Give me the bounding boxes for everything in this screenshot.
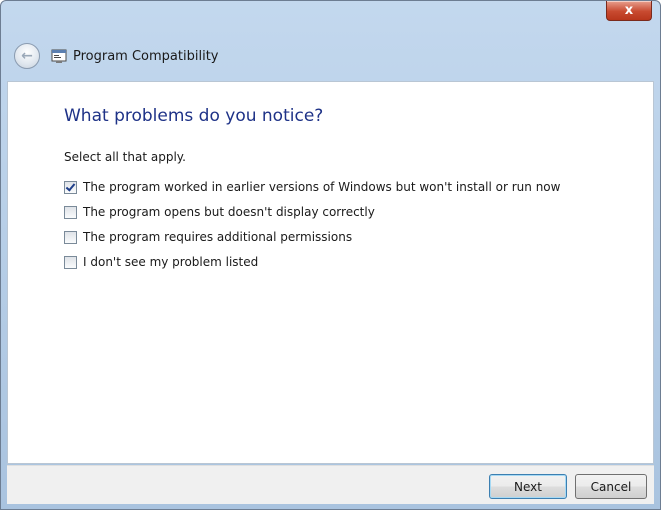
close-button[interactable]: x <box>606 1 652 21</box>
cancel-label: Cancel <box>590 479 632 494</box>
window-title: Program Compatibility <box>73 48 219 64</box>
checkbox[interactable] <box>64 255 77 269</box>
back-button[interactable]: ← <box>14 43 40 69</box>
option-label: I don't see my problem listed <box>83 255 259 269</box>
option-label: The program requires additional permissi… <box>83 230 353 244</box>
program-compatibility-window: x ← Program Compatibility What problems … <box>0 0 661 510</box>
checkbox[interactable] <box>64 230 77 244</box>
close-icon: x <box>624 3 634 18</box>
program-compatibility-icon <box>51 49 67 63</box>
checkbox[interactable] <box>64 205 77 219</box>
page-heading: What problems do you notice? <box>64 106 324 126</box>
cancel-button[interactable]: Cancel <box>575 474 647 499</box>
instruction-text: Select all that apply. <box>64 150 186 164</box>
option-label: The program opens but doesn't display co… <box>83 205 375 219</box>
option-display-incorrectly[interactable]: The program opens but doesn't display co… <box>64 202 560 222</box>
footer-bar: Next Cancel <box>7 465 654 504</box>
next-button[interactable]: Next <box>489 474 567 499</box>
option-earlier-versions[interactable]: The program worked in earlier versions o… <box>64 177 560 197</box>
title-bar: x <box>1 1 660 31</box>
option-additional-permissions[interactable]: The program requires additional permissi… <box>64 227 560 247</box>
problem-options: The program worked in earlier versions o… <box>64 177 560 277</box>
content-panel: What problems do you notice? Select all … <box>7 81 654 464</box>
checkbox[interactable] <box>64 180 77 194</box>
option-not-listed[interactable]: I don't see my problem listed <box>64 252 560 272</box>
back-arrow-icon: ← <box>21 48 33 64</box>
navigation-bar: ← Program Compatibility <box>1 31 660 81</box>
next-label: Next <box>514 479 542 494</box>
option-label: The program worked in earlier versions o… <box>83 180 561 194</box>
